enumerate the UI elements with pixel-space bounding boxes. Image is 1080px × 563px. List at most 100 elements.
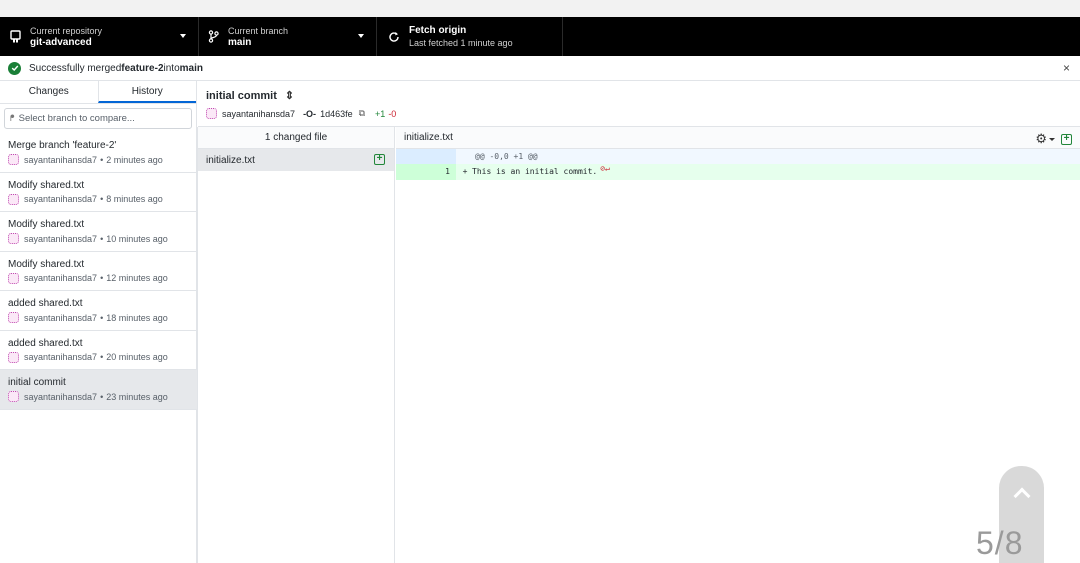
meta-separator: • [100,391,104,402]
commit-list-item[interactable]: Modify shared.txt sayantanihansda7 • 8 minu… [0,173,197,212]
banner-text-middle: into [163,62,180,74]
commit-time: 23 minutes ago [106,391,168,402]
commit-list-item[interactable]: initial commit sayantanihansda7 • 23 minute… [0,370,197,410]
commit-meta: sayantanihansda7 • 2 minutes ago [8,154,197,165]
commit-author: sayantanihansda7 [24,273,98,283]
repo-icon [8,29,22,45]
close-icon[interactable]: × [1063,61,1070,75]
page-indicator: 5/8 [976,525,1024,561]
gear-icon[interactable]: ⚙ [1035,131,1047,147]
fetch-origin-button[interactable]: Fetch origin Last fetched 1 minute ago [377,17,563,56]
commit-time: 18 minutes ago [106,312,168,323]
commit-meta: sayantanihansda7 • 12 minutes ago [8,272,197,284]
commit-author: sayantanihansda7 [24,391,98,402]
chevron-down-icon[interactable] [1049,137,1055,141]
copy-icon[interactable]: ⧉ [359,108,365,119]
window-top-strip [0,0,1080,17]
toolbar: Current repository git-advanced Current … [0,17,1080,56]
avatar [8,312,19,323]
meta-separator: • [100,273,104,283]
commit-time: 20 minutes ago [106,352,168,362]
branch-compare-placeholder: Select branch to compare... [18,113,135,124]
avatar [8,193,19,205]
commit-title: added shared.txt [8,298,83,309]
current-branch-button[interactable]: Current branch main [199,17,377,56]
tab-changes[interactable]: Changes [0,81,98,103]
avatar [8,154,19,165]
diff-header: initialize.txt ⚙ + [396,127,1080,149]
changed-files-panel: 1 changed file initialize.txt + [197,127,395,563]
tab-history[interactable]: History [97,81,196,103]
commit-time: 2 minutes ago [106,154,163,165]
banner-text-prefix: Successfully merged [29,62,122,74]
history-sidebar: Changes History ᖰ Select branch to compa… [0,81,197,563]
commit-author: sayantanihansda7 [222,108,296,119]
changed-files-count: 1 changed file [198,127,394,149]
diff-hunk-header: @@ -0,0 +1 @@ [396,149,1080,164]
commit-author: sayantanihansda7 [24,194,98,204]
branch-icon: ᖰ [10,113,15,123]
commit-title: Modify shared.txt [8,258,85,270]
branch-icon [206,29,220,45]
branch-compare-input[interactable]: ᖰ Select branch to compare... [4,108,192,129]
commit-meta: sayantanihansda7 • 8 minutes ago [8,193,197,205]
commit-list-item[interactable]: Modify shared.txt sayantanihansda7 • 10 min… [0,212,197,252]
file-added-icon: + [1061,133,1072,145]
commit-time: 8 minutes ago [106,194,163,204]
commit-time: 12 minutes ago [106,273,168,283]
diff-added-line[interactable]: 1 + This is an initial commit. ⊘↵ [396,164,1080,180]
current-branch-label: Current branch [228,25,289,36]
commit-details-header: initial commit ⇕ sayantanihansda7 -O- 1d… [198,81,1080,127]
avatar [8,272,19,284]
commit-summary-title: initial commit [206,89,277,102]
deletions-count: -0 [388,108,397,119]
commit-title: Merge branch 'feature-2' [8,140,117,151]
sidebar-tabs: Changes History [0,81,196,104]
diff-filename: initialize.txt [404,132,453,143]
commit-author: sayantanihansda7 [24,154,98,165]
chevron-down-icon [358,34,364,38]
commit-list-item[interactable]: added shared.txt sayantanihansda7 • 18 minu… [0,291,197,331]
commit-list-item[interactable]: Modify shared.txt sayantanihansda7 • 12 min… [0,252,197,291]
expand-icon[interactable]: ⇕ [285,89,294,102]
commit-icon: -O- [303,108,317,119]
avatar [8,233,19,244]
file-added-icon: + [374,154,385,165]
commit-list-item[interactable]: Merge branch 'feature-2' sayantanihansda7… [0,133,197,173]
commit-meta: sayantanihansda7 • 20 minutes ago [8,351,197,363]
merge-success-banner: Successfully merged feature-2 into main … [0,56,1080,81]
diff-added-sign: + [462,167,468,176]
banner-source-branch: feature-2 [121,62,164,74]
diff-old-line-number [396,164,426,180]
meta-separator: • [100,194,104,204]
current-repository-label: Current repository [30,25,103,36]
meta-separator: • [100,312,104,323]
commit-meta: sayantanihansda7 • 18 minutes ago [8,312,197,323]
additions-count: +1 [375,108,386,119]
commit-time: 10 minutes ago [106,233,168,244]
banner-target-branch: main [179,62,203,74]
commit-sha: 1d463fe [320,108,353,119]
commit-author: sayantanihansda7 [24,312,98,323]
avatar [8,391,19,402]
chevron-down-icon [180,34,186,38]
check-circle-icon [8,61,21,75]
meta-separator: • [100,233,104,244]
avatar [8,351,19,363]
diff-panel: initialize.txt ⚙ + @@ -0,0 +1 @@ 1 + Thi… [396,127,1080,563]
diff-gutter [396,149,456,164]
current-repository-button[interactable]: Current repository git-advanced [0,17,199,56]
commit-meta: sayantanihansda7 • 10 minutes ago [8,233,197,244]
no-newline-icon: ⊘↵ [600,164,610,173]
diff-new-line-number: 1 [426,164,456,180]
commit-title: initial commit [8,377,66,388]
file-list-item[interactable]: initialize.txt + [198,149,394,171]
avatar [206,108,217,119]
commit-title: Modify shared.txt [8,219,85,230]
fetch-origin-label: Fetch origin [409,24,467,36]
commit-title: added shared.txt [8,337,83,349]
diff-line-code: This is an initial commit. [472,167,598,176]
commit-author: sayantanihansda7 [24,233,98,244]
commit-meta: sayantanihansda7 • 23 minutes ago [8,391,197,402]
commit-list-item[interactable]: added shared.txt sayantanihansda7 • 20 minu… [0,331,197,370]
